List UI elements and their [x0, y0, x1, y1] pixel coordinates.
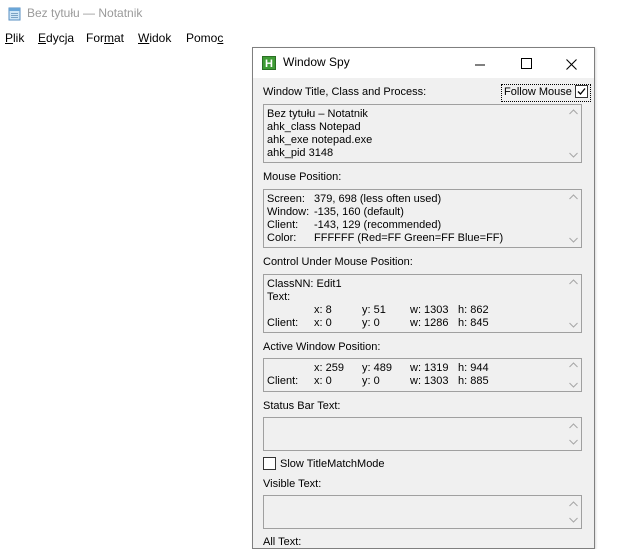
window-spy-dialog: H Window Spy Window Title, Class and Pro… [252, 47, 595, 549]
control-under-mouse-label: Control Under Mouse Position: [263, 256, 413, 268]
scroll-up-icon[interactable] [569, 279, 578, 285]
menu-item-plik[interactable]: Plik [5, 31, 24, 45]
title-class-label: Window Title, Class and Process: [263, 86, 427, 98]
title-class-textbox[interactable]: Bez tytułu – Notatnik ahk_class Notepad … [263, 104, 582, 163]
scroll-up-icon[interactable] [569, 362, 578, 368]
class-line: ahk_class Notepad [267, 121, 361, 133]
active-window-textbox[interactable]: x: 259 y: 489 w: 1319 h: 944 Client: x: … [263, 358, 582, 392]
window-spy-titlebar[interactable]: H Window Spy [253, 48, 594, 78]
menu-item-pomoc[interactable]: Pomoc [186, 31, 223, 45]
text-line: Text: [267, 291, 291, 303]
scroll-down-icon[interactable] [569, 517, 578, 523]
control-under-mouse-textbox[interactable]: ClassNN: Edit1 Text: x: 8 y: 51 w: 1303 … [263, 274, 582, 333]
scroll-down-icon[interactable] [569, 322, 578, 328]
close-button[interactable] [548, 48, 594, 78]
menu-item-edycja[interactable]: Edycja [38, 31, 74, 45]
checkmark-icon [577, 87, 586, 95]
slow-titlematchmode-toggle[interactable]: Slow TitleMatchMode [263, 456, 385, 471]
mouse-position-label: Mouse Position: [263, 171, 342, 183]
minimize-button[interactable] [457, 48, 503, 78]
mouse-position-textbox[interactable]: Screen: 379, 698 (less often used) Window… [263, 189, 582, 248]
scrollbar[interactable] [566, 359, 581, 391]
notepad-titlebar: Bez tytułu — Notatnik [0, 0, 625, 28]
scrollbar[interactable] [566, 418, 581, 450]
status-bar-textbox[interactable] [263, 417, 582, 451]
pid-line: ahk_pid 3148 [267, 147, 334, 159]
scroll-down-icon[interactable] [569, 382, 578, 388]
scroll-down-icon[interactable] [569, 152, 578, 158]
scrollbar[interactable] [566, 496, 581, 528]
slow-titlematchmode-checkbox[interactable] [263, 456, 276, 470]
maximize-button[interactable] [503, 48, 549, 78]
status-bar-label: Status Bar Text: [263, 400, 341, 412]
follow-mouse-toggle[interactable]: Follow Mouse [501, 84, 591, 102]
follow-mouse-label: Follow Mouse [504, 86, 572, 98]
close-icon [565, 58, 577, 70]
scrollbar[interactable] [566, 190, 581, 247]
title-line: Bez tytułu – Notatnik [267, 108, 368, 120]
visible-text-textbox[interactable] [263, 495, 582, 529]
scroll-up-icon[interactable] [569, 109, 578, 115]
window-spy-title: Window Spy [283, 55, 350, 69]
scroll-down-icon[interactable] [569, 237, 578, 243]
menu-item-format[interactable]: Format [86, 31, 124, 45]
minimize-icon [474, 64, 485, 66]
scroll-up-icon[interactable] [569, 423, 578, 429]
maximize-icon [520, 57, 532, 69]
scroll-down-icon[interactable] [569, 439, 578, 445]
scrollbar[interactable] [566, 275, 581, 332]
notepad-app-icon [8, 7, 21, 21]
all-text-label: All Text: [263, 536, 302, 548]
visible-text-label: Visible Text: [263, 478, 322, 490]
notepad-window-title: Bez tytułu — Notatnik [27, 6, 143, 20]
scroll-up-icon[interactable] [569, 194, 578, 200]
scrollbar[interactable] [566, 105, 581, 162]
scroll-up-icon[interactable] [569, 501, 578, 507]
menu-item-widok[interactable]: Widok [138, 31, 171, 45]
autohotkey-icon: H [262, 56, 276, 70]
follow-mouse-checkbox[interactable] [574, 84, 588, 98]
classnn-line: ClassNN: Edit1 [267, 278, 342, 290]
notepad-menubar: Plik Edycja Format Widok Pomoc [0, 28, 625, 48]
exe-line: ahk_exe notepad.exe [267, 134, 373, 146]
active-window-label: Active Window Position: [263, 341, 381, 353]
slow-titlematchmode-label: Slow TitleMatchMode [280, 458, 385, 470]
